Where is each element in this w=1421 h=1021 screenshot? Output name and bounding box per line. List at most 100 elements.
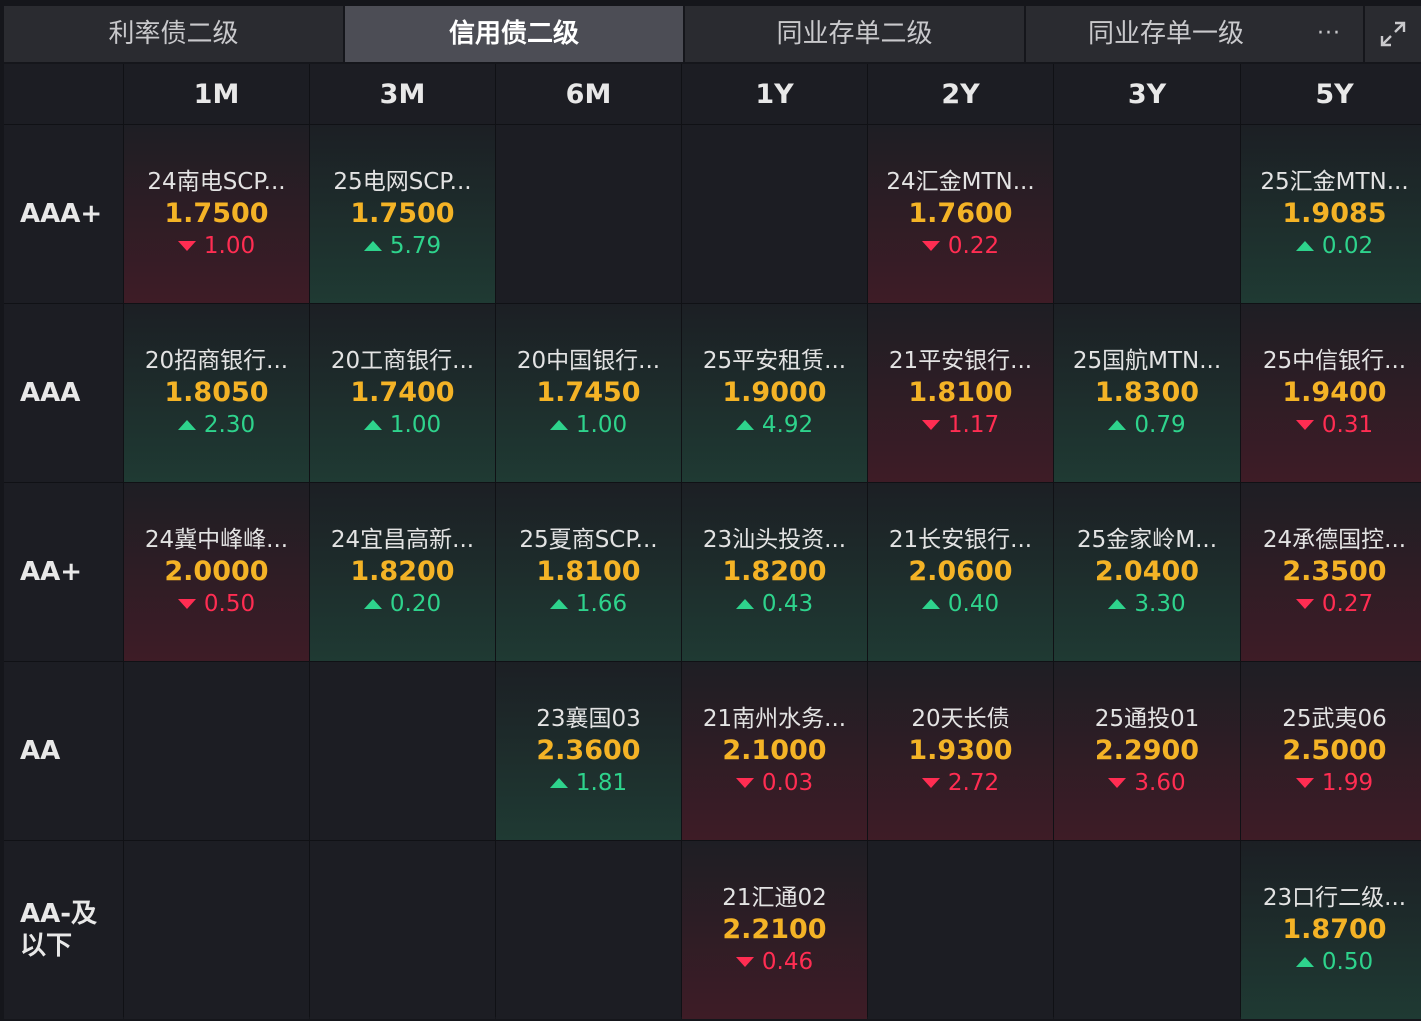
bond-cell[interactable]: 24承德国控... 2.3500 0.27 [1241, 483, 1421, 661]
bond-name: 20招商银行... [144, 348, 289, 374]
bond-cell[interactable]: 25汇金MTN... 1.9085 0.02 [1241, 125, 1421, 303]
tab-credit-bond-secondary[interactable]: 信用债二级 [345, 6, 685, 62]
bond-yield: 2.3500 [1282, 556, 1387, 587]
bond-change: 0.02 [1295, 231, 1374, 261]
bond-cell[interactable]: 23口行二级... 1.8700 0.50 [1241, 841, 1421, 1019]
tab-ncd-primary[interactable]: 同业存单一级 ··· [1026, 6, 1365, 62]
bond-yield: 2.2900 [1094, 735, 1200, 766]
arrow-up-icon [1108, 420, 1127, 430]
bond-change: 0.50 [1295, 947, 1373, 977]
bond-name: 25国航MTN... [1072, 348, 1222, 374]
bond-cell[interactable]: 23襄国03 2.3600 1.81 [496, 662, 681, 840]
bond-cell[interactable]: 21长安银行... 2.0600 0.40 [868, 483, 1053, 661]
arrow-up-icon [1108, 599, 1127, 609]
bond-yield: 1.8100 [536, 556, 641, 587]
bond-yield: 2.5000 [1282, 735, 1387, 766]
bond-cell[interactable]: 24冀中峰峰... 2.0000 0.50 [124, 483, 309, 661]
tab-rate-bond-secondary[interactable]: 利率债二级 [4, 6, 345, 62]
bond-change: 1.66 [549, 589, 628, 619]
expand-button[interactable] [1365, 6, 1421, 62]
bond-cell[interactable]: 25国航MTN... 1.8300 0.79 [1054, 304, 1240, 482]
bond-name: 25平安租赁... [702, 348, 847, 374]
bond-change: 2.30 [177, 410, 256, 440]
rating-label: AAA [4, 304, 123, 482]
arrow-up-icon [735, 420, 754, 430]
bond-yield: 1.9000 [722, 377, 827, 408]
empty-cell [124, 841, 309, 1019]
empty-cell [310, 841, 495, 1019]
bond-change: 1.17 [921, 410, 999, 440]
change-value: 1.99 [1321, 770, 1374, 796]
arrow-up-icon [177, 420, 196, 430]
change-value: 1.00 [575, 412, 628, 438]
bond-yield: 1.8200 [722, 556, 827, 587]
tab-ncd-secondary[interactable]: 同业存单二级 [685, 6, 1026, 62]
more-dots-icon[interactable]: ··· [1317, 6, 1341, 62]
column-header-3M: 3M [310, 64, 495, 124]
column-header-1Y: 1Y [682, 64, 867, 124]
bond-yield: 1.7400 [350, 377, 455, 408]
column-header-6M: 6M [496, 64, 681, 124]
bond-cell[interactable]: 20天长债 1.9300 2.72 [868, 662, 1053, 840]
bond-yield: 1.8700 [1282, 914, 1387, 945]
bond-change: 1.99 [1295, 768, 1374, 798]
arrow-down-icon [921, 241, 940, 251]
bond-cell[interactable]: 25金家岭M... 2.0400 3.30 [1054, 483, 1240, 661]
bond-change: 0.22 [921, 231, 999, 261]
bond-cell[interactable]: 25夏商SCP... 1.8100 1.66 [496, 483, 681, 661]
bond-cell[interactable]: 21平安银行... 1.8100 1.17 [868, 304, 1053, 482]
rating-label: AAA+ [4, 125, 123, 303]
bond-cell[interactable]: 25电网SCP... 1.7500 5.79 [310, 125, 495, 303]
bond-name: 20工商银行... [330, 348, 475, 374]
bond-cell[interactable]: 25通投01 2.2900 3.60 [1054, 662, 1240, 840]
bond-yield: 1.8100 [908, 377, 1013, 408]
change-value: 4.92 [761, 412, 814, 438]
arrow-up-icon [363, 599, 382, 609]
arrow-up-icon [735, 599, 754, 609]
bond-cell[interactable]: 21南州水务... 2.1000 0.03 [682, 662, 867, 840]
bond-yield: 1.8200 [350, 556, 455, 587]
bond-cell[interactable]: 21汇通02 2.2100 0.46 [682, 841, 867, 1019]
bond-name: 23口行二级... [1262, 885, 1407, 911]
change-value: 0.02 [1321, 233, 1374, 259]
change-value: 1.00 [203, 233, 256, 259]
bond-name: 25武夷06 [1282, 706, 1387, 732]
arrow-down-icon [921, 420, 940, 430]
bond-yield: 1.8300 [1094, 377, 1200, 408]
bond-yield: 2.0600 [908, 556, 1013, 587]
bond-name: 24南电SCP... [147, 169, 286, 195]
change-value: 2.30 [203, 412, 256, 438]
bond-yield: 2.0400 [1094, 556, 1200, 587]
bond-yield: 2.3600 [536, 735, 641, 766]
bond-cell[interactable]: 23汕头投资... 1.8200 0.43 [682, 483, 867, 661]
bond-cell[interactable]: 20工商银行... 1.7400 1.00 [310, 304, 495, 482]
change-value: 2.72 [947, 770, 1000, 796]
bond-cell[interactable]: 24宜昌高新... 1.8200 0.20 [310, 483, 495, 661]
bond-cell[interactable]: 24汇金MTN... 1.7600 0.22 [868, 125, 1053, 303]
arrow-down-icon [921, 778, 940, 788]
arrow-up-icon [363, 420, 382, 430]
bond-yield: 1.7500 [164, 198, 269, 229]
bond-change: 5.79 [363, 231, 441, 261]
column-header-5Y: 5Y [1241, 64, 1421, 124]
bond-yield: 1.9085 [1282, 198, 1387, 229]
column-header-2Y: 2Y [868, 64, 1053, 124]
bond-change: 0.40 [921, 589, 999, 619]
bond-cell[interactable]: 20招商银行... 1.8050 2.30 [124, 304, 309, 482]
column-header-3Y: 3Y [1054, 64, 1240, 124]
bond-cell[interactable]: 25武夷06 2.5000 1.99 [1241, 662, 1421, 840]
bond-name: 25汇金MTN... [1260, 169, 1409, 195]
bond-cell[interactable]: 24南电SCP... 1.7500 1.00 [124, 125, 309, 303]
arrow-down-icon [1108, 778, 1127, 788]
change-value: 1.66 [575, 591, 628, 617]
bond-name: 20天长债 [911, 706, 1010, 732]
bond-cell[interactable]: 25中信银行... 1.9400 0.31 [1241, 304, 1421, 482]
bond-cell[interactable]: 25平安租赁... 1.9000 4.92 [682, 304, 867, 482]
arrow-up-icon [1295, 241, 1314, 251]
change-value: 3.30 [1134, 591, 1186, 617]
bond-yield: 2.2100 [722, 914, 827, 945]
empty-cell [310, 662, 495, 840]
bond-cell[interactable]: 20中国银行... 1.7450 1.00 [496, 304, 681, 482]
bond-name: 25金家岭M... [1076, 527, 1218, 553]
bond-name: 24汇金MTN... [886, 169, 1035, 195]
